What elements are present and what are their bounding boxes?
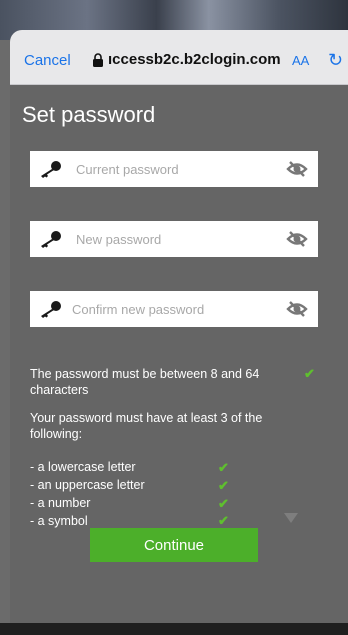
key-icon <box>41 301 61 318</box>
eye-slash-icon[interactable] <box>286 159 308 179</box>
check-icon: ✔ <box>218 478 229 493</box>
cancel-button[interactable]: Cancel <box>24 52 71 69</box>
check-icon: ✔ <box>218 460 229 475</box>
new-password-field <box>30 221 318 257</box>
requirement-uppercase: - an uppercase letter <box>30 478 145 492</box>
check-icon: ✔ <box>218 496 229 511</box>
confirm-password-field <box>30 291 318 327</box>
url-host[interactable]: ıccessb2c.b2clogin.com <box>108 51 281 68</box>
eye-slash-icon[interactable] <box>286 299 308 319</box>
url-bar: Cancel ıccessb2c.b2clogin.com AA ↻ <box>10 30 348 85</box>
check-icon: ✔ <box>218 513 229 528</box>
check-icon: ✔ <box>304 366 315 381</box>
requirement-number: - a number <box>30 496 91 510</box>
key-icon <box>41 161 61 178</box>
requirement-lowercase: - a lowercase letter <box>30 460 136 474</box>
new-password-input[interactable] <box>76 221 266 257</box>
confirm-password-input[interactable] <box>72 291 262 327</box>
text-size-button[interactable]: AA <box>292 53 309 68</box>
bottom-bar <box>0 623 348 635</box>
reload-icon[interactable]: ↻ <box>328 50 343 71</box>
page-title: Set password <box>22 102 156 127</box>
continue-button[interactable]: Continue <box>90 528 258 562</box>
requirement-symbol: - a symbol <box>30 514 88 528</box>
length-rule-text: The password must be between 8 and 64 ch… <box>30 367 260 397</box>
lock-icon <box>93 53 103 67</box>
eye-slash-icon[interactable] <box>286 229 308 249</box>
current-password-field <box>30 151 318 187</box>
dropdown-triangle-icon <box>284 513 298 523</box>
key-icon <box>41 231 61 248</box>
current-password-input[interactable] <box>76 151 266 187</box>
complexity-rule-text: Your password must have at least 3 of th… <box>30 411 263 441</box>
